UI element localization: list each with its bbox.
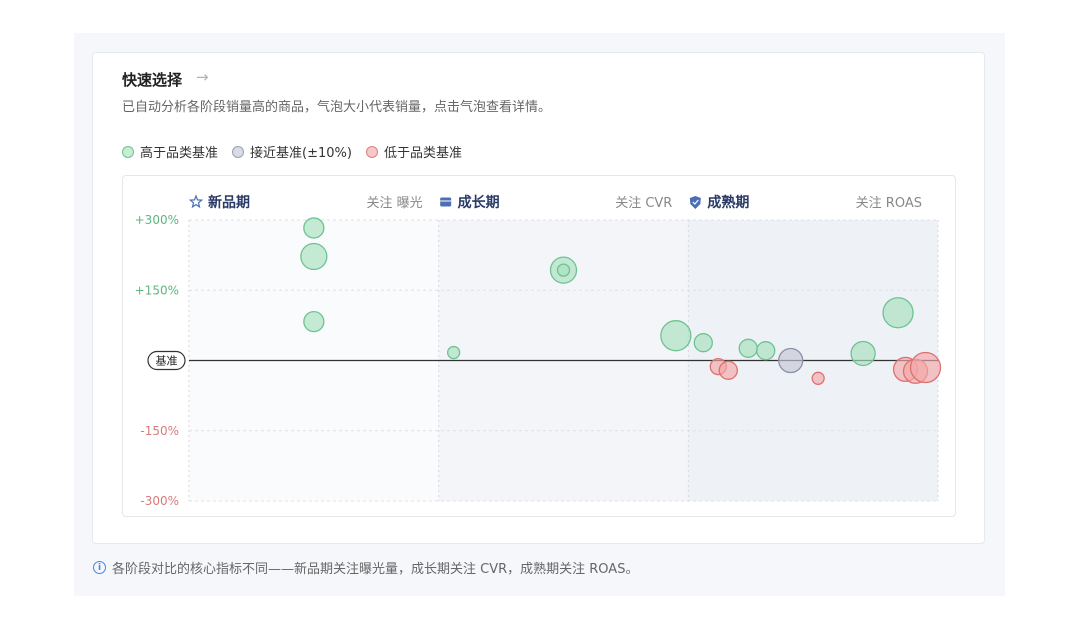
- y-tick-label: +150%: [135, 283, 179, 297]
- bubble-chart: 基准 +300% +150% -150% -300% 新品期 关注 曝光 成长期 关注 CVR 成…: [135, 194, 942, 508]
- shield-icon: [689, 196, 701, 209]
- bubble-point[interactable]: [693, 333, 713, 353]
- footer-note: i 各阶段对比的核心指标不同——新品期关注曝光量，成长期关注 CVR，成熟期关注…: [93, 558, 638, 577]
- bubble-point[interactable]: [850, 340, 876, 367]
- footer-text: 各阶段对比的核心指标不同——新品期关注曝光量，成长期关注 CVR，成熟期关注 R…: [112, 562, 639, 577]
- stage-name: 新品期: [208, 194, 250, 211]
- bubble-point[interactable]: [446, 345, 461, 360]
- y-tick-label: +300%: [135, 213, 179, 227]
- stage-name: 成熟期: [707, 194, 749, 211]
- bubble-point[interactable]: [738, 338, 758, 358]
- y-tick-label: -300%: [140, 494, 179, 508]
- stage-focus: 关注 曝光: [367, 196, 423, 211]
- bubble-point[interactable]: [300, 242, 328, 271]
- stage-name: 成长期: [458, 194, 500, 211]
- stage-focus: 关注 ROAS: [856, 196, 922, 211]
- star-icon: [188, 194, 204, 209]
- y-tick-label: -150%: [140, 424, 179, 438]
- baseline-label: 基准: [156, 355, 178, 368]
- stage-focus: 关注 CVR: [615, 196, 672, 211]
- bubble-point[interactable]: [909, 351, 942, 384]
- bubble-point[interactable]: [303, 217, 325, 239]
- bubble-point[interactable]: [718, 360, 738, 380]
- box-icon: [440, 197, 452, 207]
- info-icon: i: [93, 561, 106, 574]
- bubble-point[interactable]: [303, 310, 325, 333]
- bubble-point[interactable]: [756, 341, 776, 361]
- bubble-point[interactable]: [660, 320, 692, 352]
- bubble-point[interactable]: [556, 263, 571, 277]
- bubble-point[interactable]: [778, 347, 804, 374]
- bubble-point[interactable]: [882, 297, 914, 329]
- bubble-point[interactable]: [811, 371, 825, 385]
